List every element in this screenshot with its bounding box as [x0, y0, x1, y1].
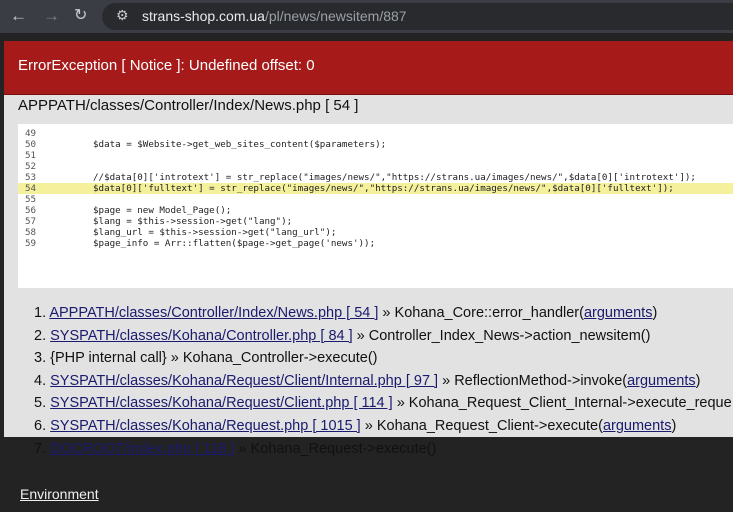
trace-arguments-link[interactable]: arguments: [584, 305, 653, 321]
url-host: strans-shop.com.ua: [142, 8, 265, 24]
code-text: $lang_url = $this->session->get("lang_ur…: [93, 227, 337, 238]
code-line: 59 $page_info = Arr::flatten($page->get_p…: [18, 238, 733, 249]
trace-item: 4. SYSPATH/classes/Kohana/Request/Client…: [34, 370, 732, 393]
url-text[interactable]: strans-shop.com.ua/pl/news/newsitem/887: [142, 8, 407, 24]
line-number: 58: [25, 227, 37, 238]
trace-call: {PHP internal call} » Kohana_Controller-…: [50, 350, 378, 367]
code-line: 56 $page = new Model_Page();: [18, 205, 733, 216]
trace-call: » Kohana_Core::error_handler(: [378, 305, 584, 321]
arrow-left-icon[interactable]: ←: [10, 6, 27, 26]
trace-call: » Kohana_Request_Client->execute(: [360, 417, 603, 434]
line-number: 55: [25, 194, 37, 205]
line-number: 59: [25, 238, 37, 249]
trace-file-link[interactable]: DOCROOT/index.php [ 118 ]: [50, 441, 234, 457]
line-number: 53: [25, 172, 37, 183]
error-title: ErrorException [ Notice ]: Undefined off…: [4, 41, 733, 95]
trace-number: 5.: [34, 395, 51, 412]
trace-call: » ReflectionMethod->invoke(: [438, 372, 628, 389]
trace-call-end: ): [652, 305, 658, 321]
code-line: 51: [18, 150, 733, 161]
trace-item: 2. SYSPATH/classes/Kohana/Controller.php…: [34, 325, 732, 348]
code-text: $lang = $this->session->get("lang");: [93, 216, 293, 227]
trace-arguments-link[interactable]: arguments: [603, 418, 672, 434]
environment-link[interactable]: Environment: [20, 486, 99, 502]
trace-file-link[interactable]: APPPATH/classes/Controller/Index/News.ph…: [49, 305, 378, 321]
address-bar[interactable]: ⚙ strans-shop.com.ua/pl/news/newsitem/88…: [102, 3, 733, 30]
trace-call-end: ): [695, 372, 701, 389]
trace-file-link[interactable]: SYSPATH/classes/Kohana/Request/Client.ph…: [50, 395, 393, 411]
line-number: 49: [25, 128, 37, 139]
url-path: /pl/news/newsitem/887: [264, 8, 407, 24]
trace-file-link[interactable]: SYSPATH/classes/Kohana/Controller.php [ …: [50, 328, 353, 344]
trace-arguments-link[interactable]: arguments: [627, 373, 696, 389]
code-line: 52: [18, 161, 733, 172]
code-line: 58 $lang_url = $this->session->get("lang_…: [18, 227, 733, 238]
error-file: APPPATH/classes/Controller/Index/News.ph…: [18, 97, 359, 114]
stack-trace: 1. APPPATH/classes/Controller/Index/News…: [34, 302, 732, 460]
trace-item: 7. DOCROOT/index.php [ 118 ] » Kohana_Re…: [34, 438, 732, 461]
reload-icon[interactable]: ↻: [74, 6, 87, 26]
tune-icon[interactable]: ⚙: [116, 7, 129, 24]
trace-call: » Kohana_Request->execute(): [234, 440, 437, 457]
trace-item: 1. APPPATH/classes/Controller/Index/News…: [34, 302, 732, 325]
trace-number: 3.: [34, 350, 51, 367]
trace-number: 6.: [34, 417, 51, 434]
browser-toolbar: ← → ↻ ⚙ strans-shop.com.ua/pl/news/newsi…: [0, 0, 733, 33]
trace-item: 3. {PHP internal call} » Kohana_Controll…: [34, 347, 732, 370]
code-text: //$data[0]['introtext'] = str_replace("i…: [93, 172, 696, 183]
source-code-block: 49 50 $data = $Website->get_web_sites_cont…: [18, 124, 733, 288]
line-number: 57: [25, 216, 37, 227]
code-line: 49: [18, 128, 733, 139]
error-panel: ErrorException [ Notice ]: Undefined off…: [4, 41, 733, 457]
trace-item: 6. SYSPATH/classes/Kohana/Request.php [ …: [34, 415, 732, 438]
code-text: $data[0]['fulltext'] = str_replace("imag…: [93, 183, 674, 194]
trace-number: 4.: [34, 372, 51, 389]
line-number: 56: [25, 205, 37, 216]
line-number: 52: [25, 161, 37, 172]
line-number: 51: [25, 150, 37, 161]
line-number: 54: [25, 183, 37, 194]
trace-call-end: ): [671, 417, 677, 434]
code-line: 55: [18, 194, 733, 205]
trace-file-link[interactable]: SYSPATH/classes/Kohana/Request/Client/In…: [50, 373, 438, 389]
line-number: 50: [25, 139, 37, 150]
page-content: ErrorException [ Notice ]: Undefined off…: [0, 33, 733, 512]
trace-call: » Kohana_Request_Client_Internal->execut…: [392, 395, 732, 412]
trace-file-link[interactable]: SYSPATH/classes/Kohana/Request.php [ 101…: [50, 418, 361, 434]
code-line: 54 $data[0]['fulltext'] = str_replace("im…: [18, 183, 733, 194]
code-text: $data = $Website->get_web_sites_content(…: [93, 139, 387, 150]
trace-number: 2.: [34, 327, 51, 344]
code-line: 57 $lang = $this->session->get("lang");: [18, 216, 733, 227]
trace-number: 7.: [34, 440, 51, 457]
trace-number: 1.: [34, 305, 50, 321]
code-text: $page = new Model_Page();: [93, 205, 232, 216]
arrow-right-icon[interactable]: →: [43, 6, 60, 26]
code-line: 50 $data = $Website->get_web_sites_conten…: [18, 139, 733, 150]
trace-call: » Controller_Index_News->action_newsitem…: [352, 327, 651, 344]
trace-item: 5. SYSPATH/classes/Kohana/Request/Client…: [34, 392, 732, 415]
code-text: $page_info = Arr::flatten($page->get_pag…: [93, 238, 376, 249]
code-line: 53 //$data[0]['introtext'] = str_replace(…: [18, 172, 733, 183]
